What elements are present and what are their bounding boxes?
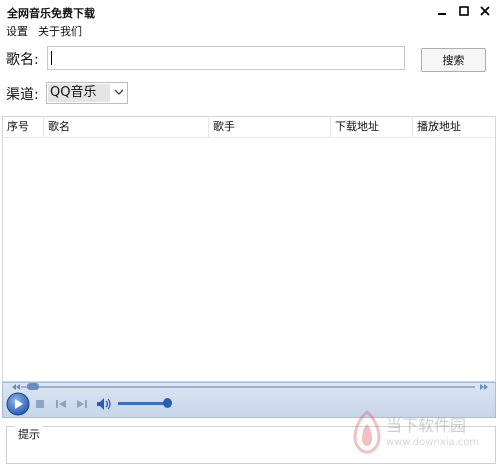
stop-icon[interactable] (35, 399, 45, 409)
volume-handle[interactable] (163, 398, 172, 408)
text-caret (51, 51, 52, 65)
minimize-button[interactable] (433, 3, 451, 19)
window-title: 全网音乐免费下载 (7, 7, 95, 20)
menu-settings[interactable]: 设置 (6, 23, 28, 39)
forward-small-icon[interactable] (479, 383, 489, 391)
watermark-url: www.downxia.com (386, 437, 480, 448)
close-button[interactable] (476, 3, 494, 19)
channel-select[interactable]: QQ音乐 (46, 82, 128, 104)
results-table[interactable]: 序号 歌名 歌手 下载地址 播放地址 (2, 116, 496, 382)
menu-bar: 设置 关于我们 (0, 22, 500, 40)
column-header-download-url[interactable]: 下载地址 (331, 117, 413, 137)
song-name-label: 歌名: (6, 52, 39, 68)
song-name-input[interactable] (47, 46, 405, 70)
channel-label: 渠道: (6, 87, 39, 103)
rewind-small-icon[interactable] (11, 383, 21, 391)
maximize-button[interactable] (455, 3, 473, 19)
watermark-text: 当下软件园 (386, 416, 467, 435)
column-header-song[interactable]: 歌名 (44, 117, 209, 137)
channel-selected-value: QQ音乐 (48, 84, 110, 102)
column-header-play-url[interactable]: 播放地址 (413, 117, 495, 137)
maximize-icon (459, 6, 469, 16)
table-header: 序号 歌名 歌手 下载地址 播放地址 (3, 117, 495, 138)
column-header-index[interactable]: 序号 (3, 117, 44, 137)
volume-icon[interactable] (96, 397, 112, 411)
search-button[interactable]: 搜索 (421, 48, 486, 72)
title-bar: 全网音乐免费下载 (0, 0, 500, 22)
previous-icon[interactable] (55, 399, 67, 409)
close-icon (480, 6, 490, 16)
seek-track[interactable] (21, 386, 475, 388)
minimize-icon (438, 13, 446, 15)
play-icon[interactable] (6, 392, 30, 416)
next-icon[interactable] (76, 399, 88, 409)
seek-handle[interactable] (27, 383, 39, 390)
chevron-down-icon (114, 89, 124, 95)
hint-label: 提示 (15, 426, 43, 442)
watermark-logo: 当下软件园 www.downxia.com (352, 410, 492, 456)
menu-about[interactable]: 关于我们 (38, 23, 82, 39)
volume-track[interactable] (118, 402, 168, 405)
column-header-artist[interactable]: 歌手 (209, 117, 331, 137)
logo-icon (353, 410, 381, 454)
